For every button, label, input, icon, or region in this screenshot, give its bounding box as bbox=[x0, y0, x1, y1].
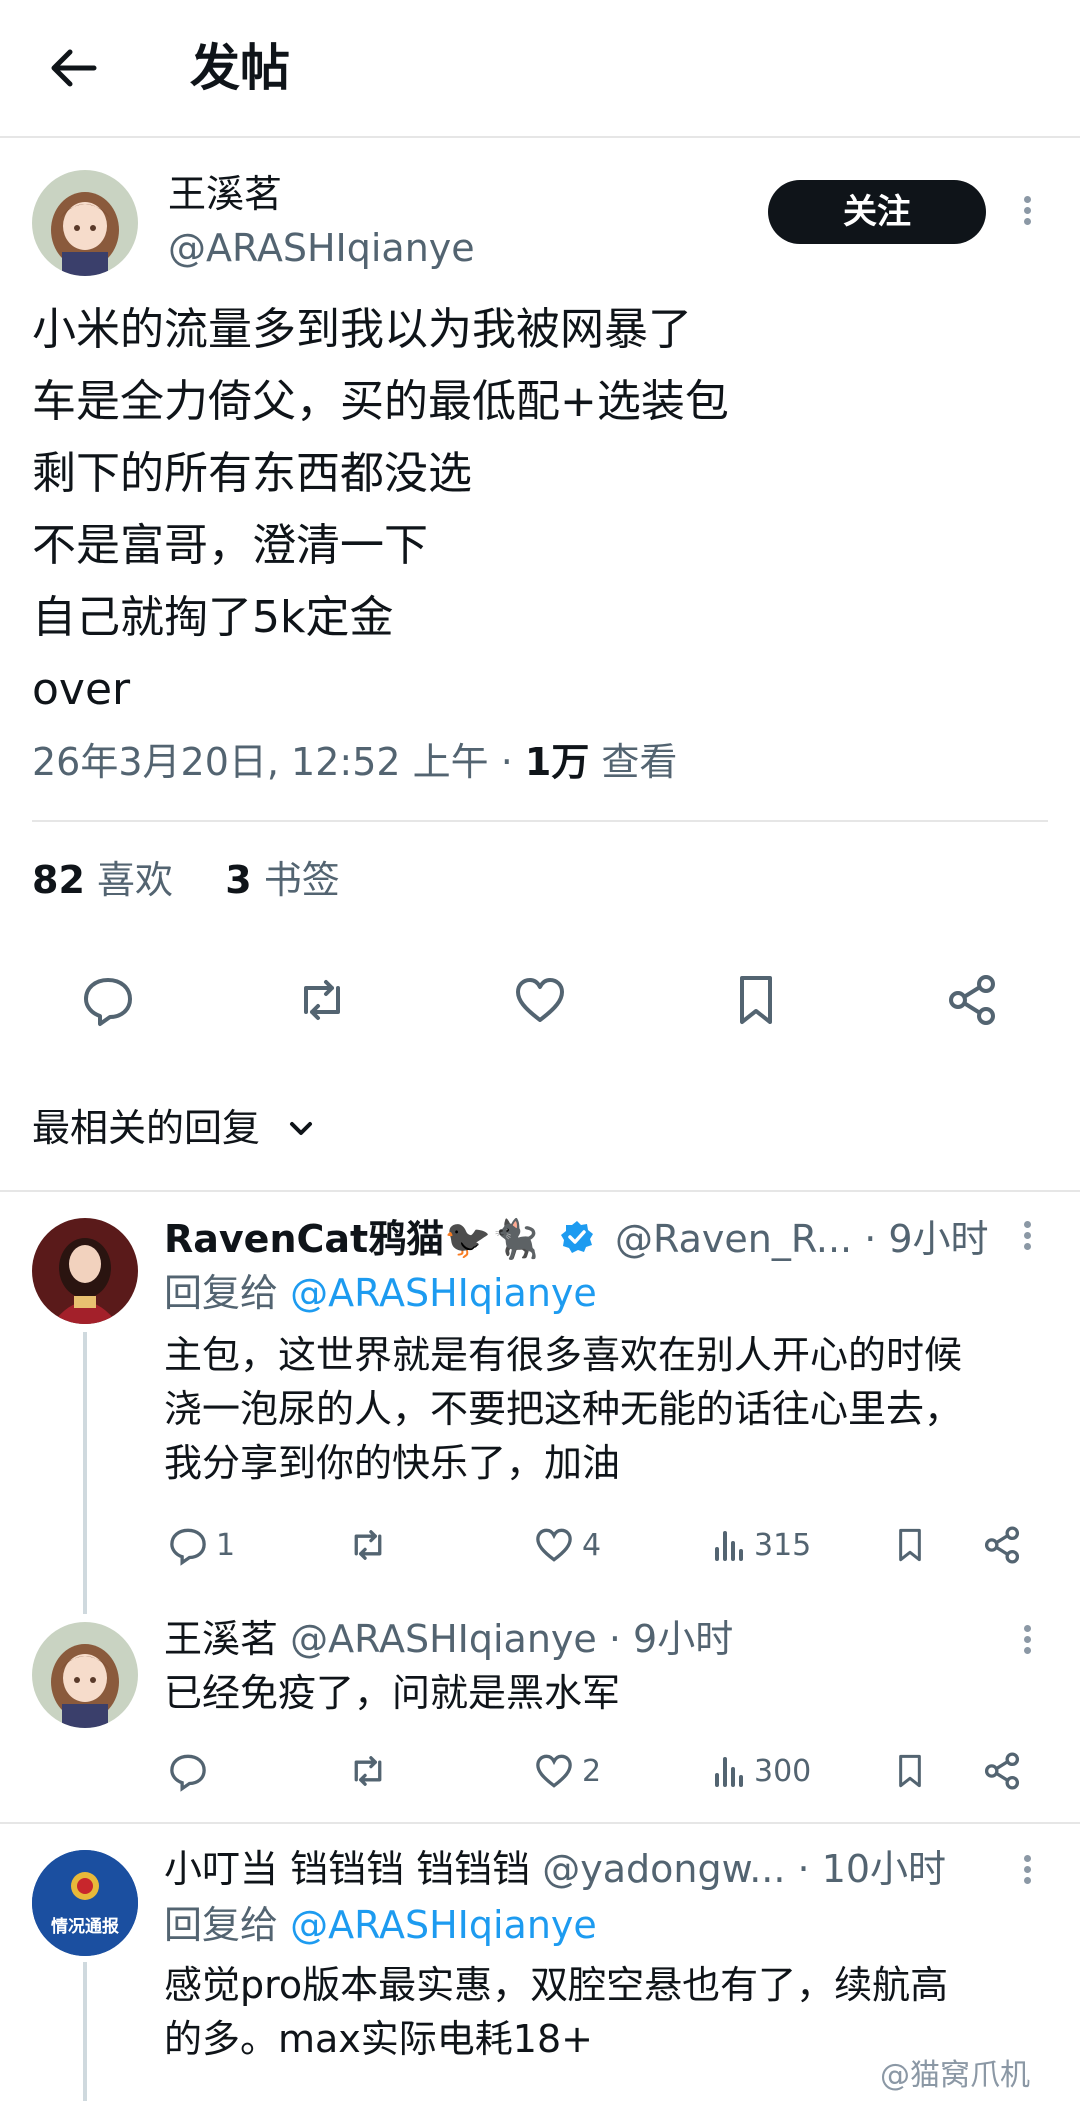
chevron-down-icon bbox=[286, 1103, 316, 1159]
share-icon[interactable] bbox=[980, 1748, 1030, 1794]
reply-text-line: 浇一泡尿的人，不要把这种无能的话往心里去， bbox=[164, 1387, 963, 1431]
like-count: 2 bbox=[582, 1753, 602, 1789]
divider bbox=[0, 1190, 1080, 1192]
kebab-icon[interactable] bbox=[1017, 1622, 1037, 1662]
reply-views-action[interactable]: 300 bbox=[712, 1748, 811, 1794]
reply-avatar[interactable]: 情况通报 bbox=[32, 1850, 138, 1956]
views-count: 300 bbox=[754, 1753, 812, 1789]
bookmark-icon[interactable] bbox=[726, 970, 786, 1030]
reply-time: · 9小时 bbox=[864, 1217, 989, 1261]
likes-label: 喜欢 bbox=[96, 858, 173, 902]
reply-to-mention[interactable]: @ARASHIqianye bbox=[290, 1903, 597, 1947]
thread-line bbox=[83, 1962, 87, 2101]
bookmarks-count: 3 bbox=[225, 858, 252, 902]
reply-to-label: 回复给 bbox=[164, 1271, 279, 1315]
reply-reply-action[interactable] bbox=[166, 1748, 216, 1794]
views-label: 查看 bbox=[589, 740, 678, 784]
avatar-label: 情况通报 bbox=[51, 1917, 119, 1937]
views-icon bbox=[715, 1531, 743, 1561]
reply-sort-label: 最相关的回复 bbox=[32, 1106, 261, 1150]
post-text-line: 不是富哥，澄清一下 bbox=[32, 520, 428, 571]
reply-like-action[interactable]: 2 bbox=[532, 1748, 601, 1794]
reply-author-handle[interactable]: @Raven_R... bbox=[615, 1217, 852, 1261]
kebab-icon[interactable] bbox=[1017, 1852, 1037, 1892]
author-name[interactable]: 王溪茗 bbox=[168, 170, 282, 218]
back-arrow-icon[interactable] bbox=[44, 38, 104, 98]
top-bar: 发帖 bbox=[0, 0, 1080, 138]
views-count: 315 bbox=[754, 1527, 812, 1563]
follow-button[interactable]: 关注 bbox=[768, 180, 986, 244]
divider bbox=[32, 820, 1048, 822]
post-text-line: 剩下的所有东西都没选 bbox=[32, 448, 472, 499]
reply-author-handle[interactable]: @ARASHIqianye bbox=[290, 1617, 597, 1661]
like-icon bbox=[536, 1754, 572, 1788]
reply-to-label: 回复给 bbox=[164, 1903, 279, 1947]
reply-retweet-action[interactable] bbox=[346, 1522, 396, 1568]
kebab-icon[interactable] bbox=[1017, 193, 1037, 233]
reply-text-line: 感觉pro版本最实惠，双腔空悬也有了，续航高 bbox=[164, 1963, 949, 2007]
reply-author-name[interactable]: 小叮当 铛铛铛 铛铛铛 bbox=[164, 1847, 530, 1891]
post-meta: 26年3月20日, 12:52 上午 · 1万 查看 bbox=[32, 734, 677, 790]
like-count: 4 bbox=[582, 1527, 602, 1563]
bookmarks-stat[interactable]: 3 书签 bbox=[225, 858, 340, 902]
author-handle[interactable]: @ARASHIqianye bbox=[168, 224, 475, 272]
reply-text-line: 主包，这世界就是有很多喜欢在别人开心的时候 bbox=[164, 1333, 963, 1377]
reply-to-mention[interactable]: @ARASHIqianye bbox=[290, 1271, 597, 1315]
reply-icon bbox=[170, 1528, 206, 1566]
reply-author-handle[interactable]: @yadongw... bbox=[542, 1847, 785, 1891]
likes-count: 82 bbox=[32, 858, 85, 902]
reply-avatar[interactable] bbox=[32, 1218, 138, 1324]
reply-sort-dropdown[interactable]: 最相关的回复 bbox=[32, 1100, 316, 1159]
post-stats: 82 喜欢 3 书签 bbox=[32, 852, 340, 908]
post-text-line: over bbox=[32, 664, 131, 715]
retweet-icon bbox=[354, 1756, 382, 1786]
views-icon bbox=[715, 1757, 743, 1787]
reply-avatar[interactable] bbox=[32, 1622, 138, 1728]
reply-like-action[interactable]: 4 bbox=[532, 1522, 601, 1568]
reply-time: · 9小时 bbox=[608, 1617, 734, 1661]
reply-text-line: 我分享到你的快乐了，加油 bbox=[164, 1441, 621, 1485]
reply-author-name[interactable]: 王溪茗 bbox=[164, 1617, 278, 1661]
reply-icon[interactable] bbox=[78, 970, 138, 1030]
reply-count: 1 bbox=[216, 1527, 236, 1563]
post-text-line: 车是全力倚父，买的最低配+选装包 bbox=[32, 376, 729, 427]
reply-text-line: 的多。max实际电耗18+ bbox=[164, 2017, 593, 2061]
reply-header: 小叮当 铛铛铛 铛铛铛 @yadongw... · 10小时 bbox=[164, 1844, 946, 1894]
bookmarks-label: 书签 bbox=[263, 858, 340, 902]
retweet-icon[interactable] bbox=[292, 970, 352, 1030]
share-icon[interactable] bbox=[942, 970, 1002, 1030]
reply-author-name[interactable]: RavenCat鸦猫🐦‍⬛🐈‍⬛ bbox=[164, 1217, 539, 1261]
like-icon bbox=[536, 1528, 572, 1562]
verified-icon bbox=[559, 1217, 595, 1267]
post-timestamp: 26年3月20日, 12:52 上午 · bbox=[32, 740, 525, 784]
reply-reply-action[interactable]: 1 bbox=[166, 1522, 235, 1568]
reply-header: RavenCat鸦猫🐦‍⬛🐈‍⬛ @Raven_R... · 9小时 bbox=[164, 1214, 989, 1267]
reply-to-line: 回复给 @ARASHIqianye bbox=[164, 1900, 597, 1950]
page-title: 发帖 bbox=[190, 39, 290, 97]
like-icon[interactable] bbox=[510, 970, 570, 1030]
thread-line bbox=[83, 1332, 87, 1614]
reply-time: · 10小时 bbox=[797, 1847, 947, 1891]
views-count: 1万 bbox=[524, 740, 590, 784]
kebab-icon[interactable] bbox=[1017, 1218, 1037, 1258]
likes-stat[interactable]: 82 喜欢 bbox=[32, 858, 173, 902]
divider bbox=[0, 1822, 1080, 1824]
author-avatar[interactable] bbox=[32, 170, 138, 276]
reply-retweet-action[interactable] bbox=[346, 1748, 396, 1794]
bookmark-icon[interactable] bbox=[890, 1522, 936, 1568]
reply-views-action[interactable]: 315 bbox=[712, 1522, 811, 1568]
reply-to-line: 回复给 @ARASHIqianye bbox=[164, 1268, 597, 1318]
bookmark-icon[interactable] bbox=[890, 1748, 936, 1794]
watermark: @猫窝爪机 bbox=[880, 2058, 1030, 2093]
post-text-line: 自己就掏了5k定金 bbox=[32, 592, 394, 643]
post-text-line: 小米的流量多到我以为我被网暴了 bbox=[32, 304, 692, 355]
share-icon[interactable] bbox=[980, 1522, 1030, 1568]
reply-header: 王溪茗 @ARASHIqianye · 9小时 bbox=[164, 1614, 733, 1664]
reply-text-line: 已经免疫了，问就是黑水军 bbox=[164, 1671, 621, 1715]
reply-icon bbox=[170, 1754, 206, 1792]
retweet-icon bbox=[354, 1530, 382, 1560]
